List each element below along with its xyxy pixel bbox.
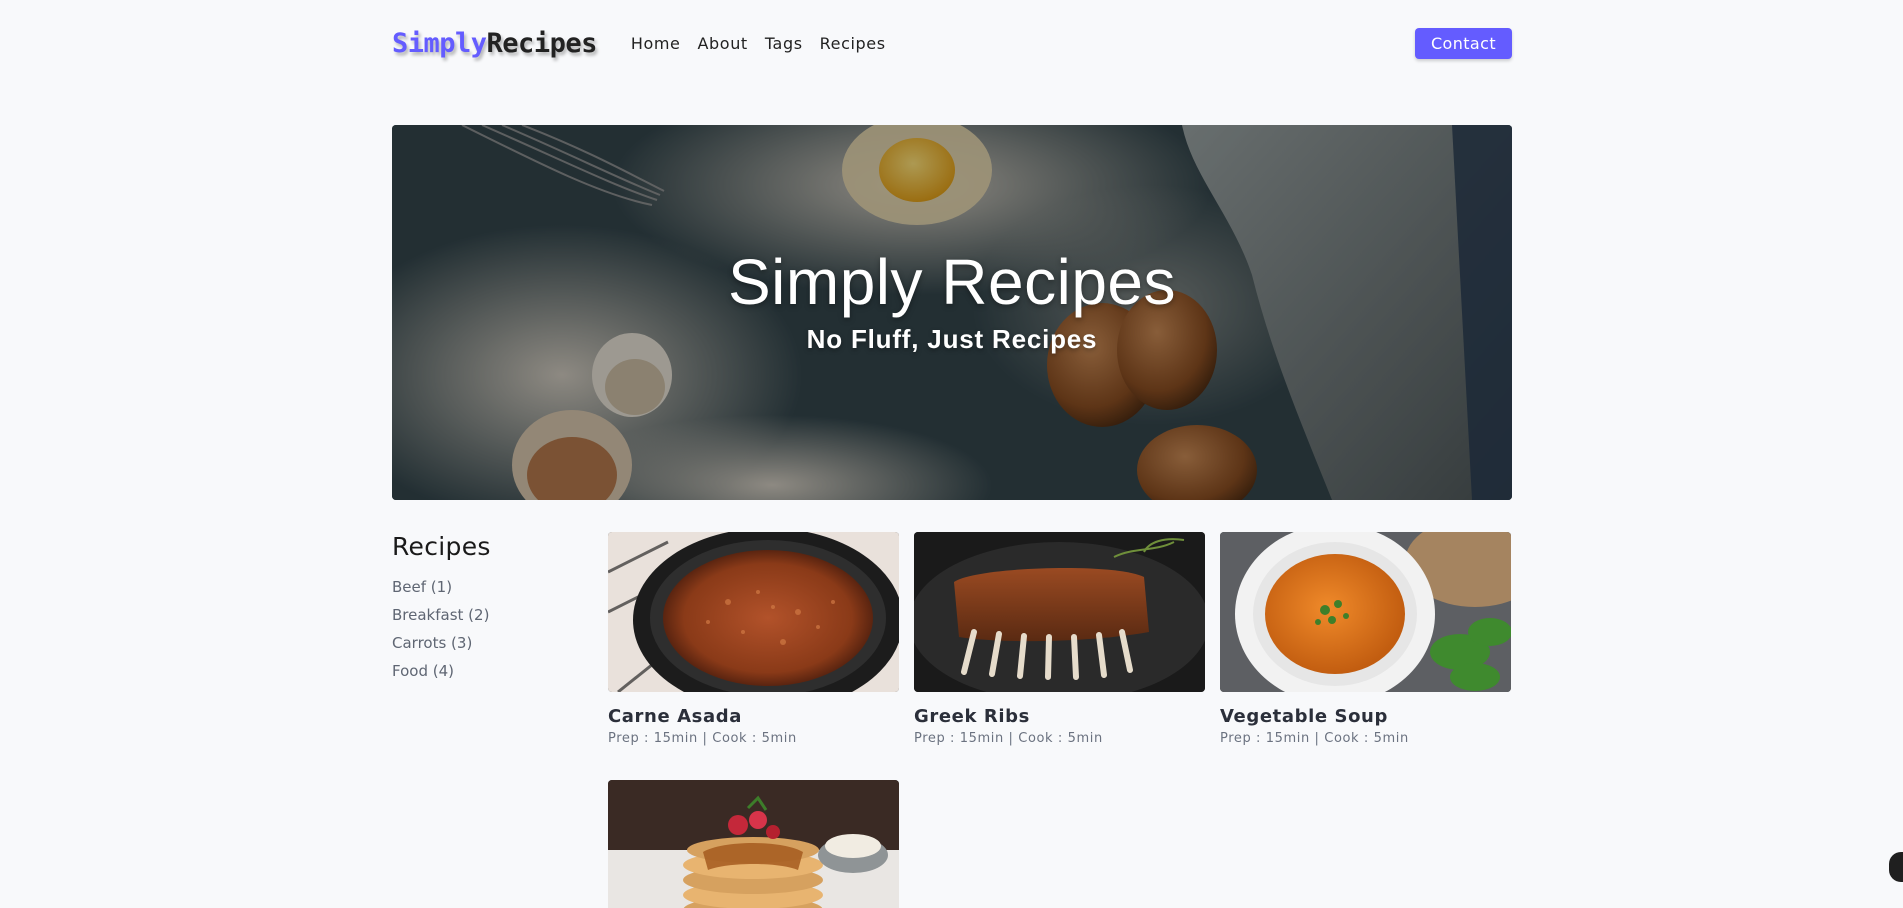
site-logo[interactable]: SimplyRecipes <box>392 28 597 59</box>
tag-list-item: Breakfast (2) <box>392 601 592 629</box>
recipe-meta: Prep : 15min | Cook : 5min <box>608 731 797 746</box>
hero-title: Simply Recipes <box>727 246 1177 318</box>
logo-simply: Simply <box>392 27 487 59</box>
contact-button[interactable]: Contact <box>1414 27 1512 59</box>
nav-link-about[interactable]: About <box>698 34 748 53</box>
greek-ribs-image <box>914 532 1205 692</box>
recipe-name: Vegetable Soup <box>1220 706 1388 727</box>
recipe-meta: Prep : 15min | Cook : 5min <box>914 731 1103 746</box>
tag-list-item: Food (4) <box>392 657 592 685</box>
scroll-to-top-widget[interactable] <box>1889 852 1903 882</box>
recipe-name: Carne Asada <box>608 706 742 727</box>
recipe-card-pancakes[interactable] <box>608 780 899 908</box>
tag-link-beef[interactable]: Beef (1) <box>392 573 592 601</box>
hero-text: Simply Recipes No Fluff, Just Recipes <box>392 246 1512 355</box>
tag-link-breakfast[interactable]: Breakfast (2) <box>392 601 592 629</box>
pancakes-image <box>608 780 899 908</box>
logo-recipes: Recipes <box>486 27 598 59</box>
nav-link-recipes[interactable]: Recipes <box>820 34 886 53</box>
vegetable-soup-image <box>1220 532 1511 692</box>
hero-subtitle: No Fluff, Just Recipes <box>806 324 1098 355</box>
recipe-meta: Prep : 15min | Cook : 5min <box>1220 731 1409 746</box>
tags-sidebar: Recipes Beef (1) Breakfast (2) Carrots (… <box>392 532 592 685</box>
recipe-name: Greek Ribs <box>914 706 1030 727</box>
nav-links: Home About Tags Recipes <box>631 34 903 53</box>
tag-list-item: Carrots (3) <box>392 629 592 657</box>
sidebar-title: Recipes <box>392 532 491 561</box>
recipe-card-vegetable-soup[interactable]: Vegetable Soup Prep : 15min | Cook : 5mi… <box>1220 532 1511 746</box>
recipe-card-carne-asada[interactable]: Carne Asada Prep : 15min | Cook : 5min <box>608 532 899 746</box>
tag-list-item: Beef (1) <box>392 573 592 601</box>
nav-link-tags[interactable]: Tags <box>765 34 803 53</box>
tag-link-food[interactable]: Food (4) <box>392 657 592 685</box>
top-navbar: SimplyRecipes Home About Tags Recipes Co… <box>392 0 1512 86</box>
hero-banner: Simply Recipes No Fluff, Just Recipes <box>392 125 1512 500</box>
tag-link-carrots[interactable]: Carrots (3) <box>392 629 592 657</box>
tag-list: Beef (1) Breakfast (2) Carrots (3) Food … <box>392 573 592 685</box>
carne-asada-image <box>608 532 899 692</box>
recipe-card-greek-ribs[interactable]: Greek Ribs Prep : 15min | Cook : 5min <box>914 532 1205 746</box>
nav-link-home[interactable]: Home <box>631 34 681 53</box>
